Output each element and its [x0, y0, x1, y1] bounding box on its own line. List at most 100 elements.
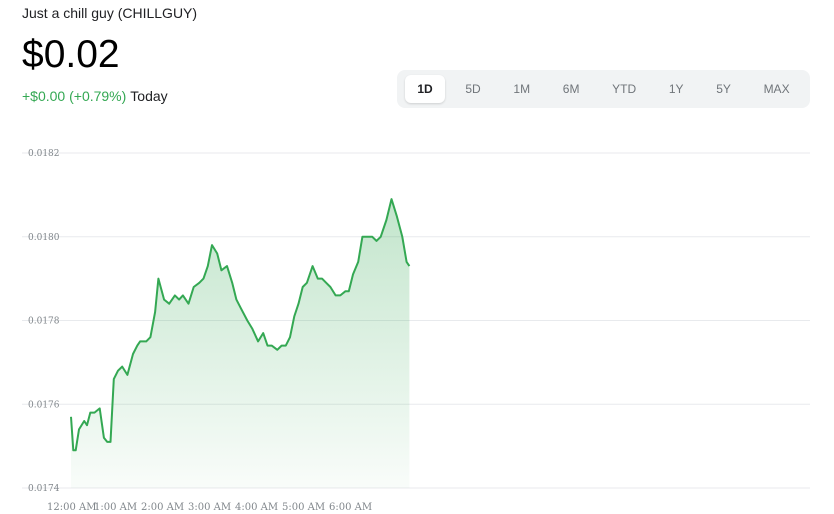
- x-tick-label: 6:00 AM: [329, 502, 372, 513]
- price-point: [203, 278, 205, 280]
- price-point: [83, 420, 85, 422]
- price-point: [90, 412, 92, 414]
- price-point: [294, 316, 296, 318]
- price-point: [78, 429, 80, 431]
- price-point: [154, 311, 156, 313]
- x-tick-label: 1:00 AM: [94, 502, 137, 513]
- price-point: [137, 345, 139, 347]
- price-point: [231, 282, 233, 284]
- y-tick-label: 0.0174: [28, 484, 60, 494]
- price-point: [226, 265, 228, 267]
- asset-title: Just a chill guy (CHILLGUY): [22, 5, 198, 21]
- price-point: [86, 424, 88, 426]
- price-point: [386, 219, 388, 221]
- price-point: [345, 290, 347, 292]
- price-point: [113, 378, 115, 380]
- range-button-max[interactable]: MAX: [752, 75, 802, 103]
- price-point: [402, 236, 404, 238]
- price-point: [277, 349, 279, 351]
- price-point: [325, 282, 327, 284]
- price-point: [376, 240, 378, 242]
- x-tick-label: 5:00 AM: [282, 502, 325, 513]
- price-point: [271, 345, 273, 347]
- range-button-5y[interactable]: 5Y: [704, 75, 743, 103]
- price-point: [182, 295, 184, 297]
- price-point: [330, 286, 332, 288]
- price-point: [174, 295, 176, 297]
- price-point: [110, 441, 112, 443]
- price-point: [178, 299, 180, 301]
- price-chart: 0.0182 0.0180 0.0178 0.0176 0.0174 12:00 AM1:…: [22, 149, 810, 513]
- price-point: [106, 441, 108, 443]
- price-change-period: Today: [130, 88, 168, 104]
- price-point: [216, 253, 218, 255]
- price-point: [257, 341, 259, 343]
- price-change-value: +$0.00 (+0.79%): [22, 88, 127, 104]
- range-button-1d[interactable]: 1D: [405, 75, 445, 103]
- price-change: +$0.00 (+0.79%) Today: [22, 88, 168, 104]
- x-tick-label: 3:00 AM: [188, 502, 231, 513]
- current-price: $0.02: [22, 33, 120, 76]
- price-point: [396, 215, 398, 217]
- price-point: [211, 244, 213, 246]
- price-point: [289, 336, 291, 338]
- range-button-6m[interactable]: 6M: [551, 75, 592, 103]
- price-point: [267, 345, 269, 347]
- price-point: [207, 265, 209, 267]
- price-point: [139, 341, 141, 343]
- y-tick-label: 0.0180: [28, 233, 60, 243]
- price-point: [132, 353, 134, 355]
- price-point: [321, 278, 323, 280]
- price-point: [312, 265, 314, 267]
- price-point: [262, 332, 264, 334]
- price-point: [168, 303, 170, 305]
- price-point: [193, 286, 195, 288]
- price-point: [340, 295, 342, 297]
- price-point: [117, 370, 119, 372]
- price-point: [367, 236, 369, 238]
- price-point: [306, 282, 308, 284]
- x-tick-label: 4:00 AM: [235, 502, 278, 513]
- x-tick-label: 12:00 AM: [47, 502, 96, 513]
- price-point: [317, 278, 319, 280]
- price-point: [240, 307, 242, 309]
- price-point: [352, 274, 354, 276]
- price-point: [73, 450, 75, 452]
- price-point: [391, 198, 393, 200]
- price-point: [335, 295, 337, 297]
- range-button-5d[interactable]: 5D: [453, 75, 492, 103]
- price-point: [70, 416, 72, 418]
- price-point: [372, 236, 374, 238]
- price-point: [362, 236, 364, 238]
- y-tick-label: 0.0178: [28, 317, 60, 327]
- price-point: [380, 236, 382, 238]
- x-tick-label: 2:00 AM: [141, 502, 184, 513]
- price-point: [252, 328, 254, 330]
- price-point: [94, 412, 96, 414]
- price-point: [188, 303, 190, 305]
- price-point: [247, 320, 249, 322]
- price-point: [127, 374, 129, 376]
- price-point: [145, 341, 147, 343]
- price-point: [409, 265, 411, 267]
- range-button-ytd[interactable]: YTD: [600, 75, 648, 103]
- price-point: [348, 290, 350, 292]
- price-point: [406, 261, 408, 263]
- price-point: [281, 345, 283, 347]
- price-point: [103, 437, 105, 439]
- price-point: [99, 408, 101, 410]
- price-point: [121, 366, 123, 368]
- range-button-1y[interactable]: 1Y: [657, 75, 696, 103]
- price-point: [75, 450, 77, 452]
- price-point: [298, 303, 300, 305]
- y-tick-label: 0.0176: [28, 400, 60, 410]
- price-point: [150, 336, 152, 338]
- price-point: [285, 345, 287, 347]
- price-area-fill: [71, 199, 410, 488]
- time-range-selector: 1D 5D 1M 6M YTD 1Y 5Y MAX: [397, 70, 810, 108]
- price-point: [163, 299, 165, 301]
- price-point: [302, 286, 304, 288]
- y-tick-label: 0.0182: [28, 149, 60, 159]
- price-point: [158, 278, 160, 280]
- range-button-1m[interactable]: 1M: [501, 75, 542, 103]
